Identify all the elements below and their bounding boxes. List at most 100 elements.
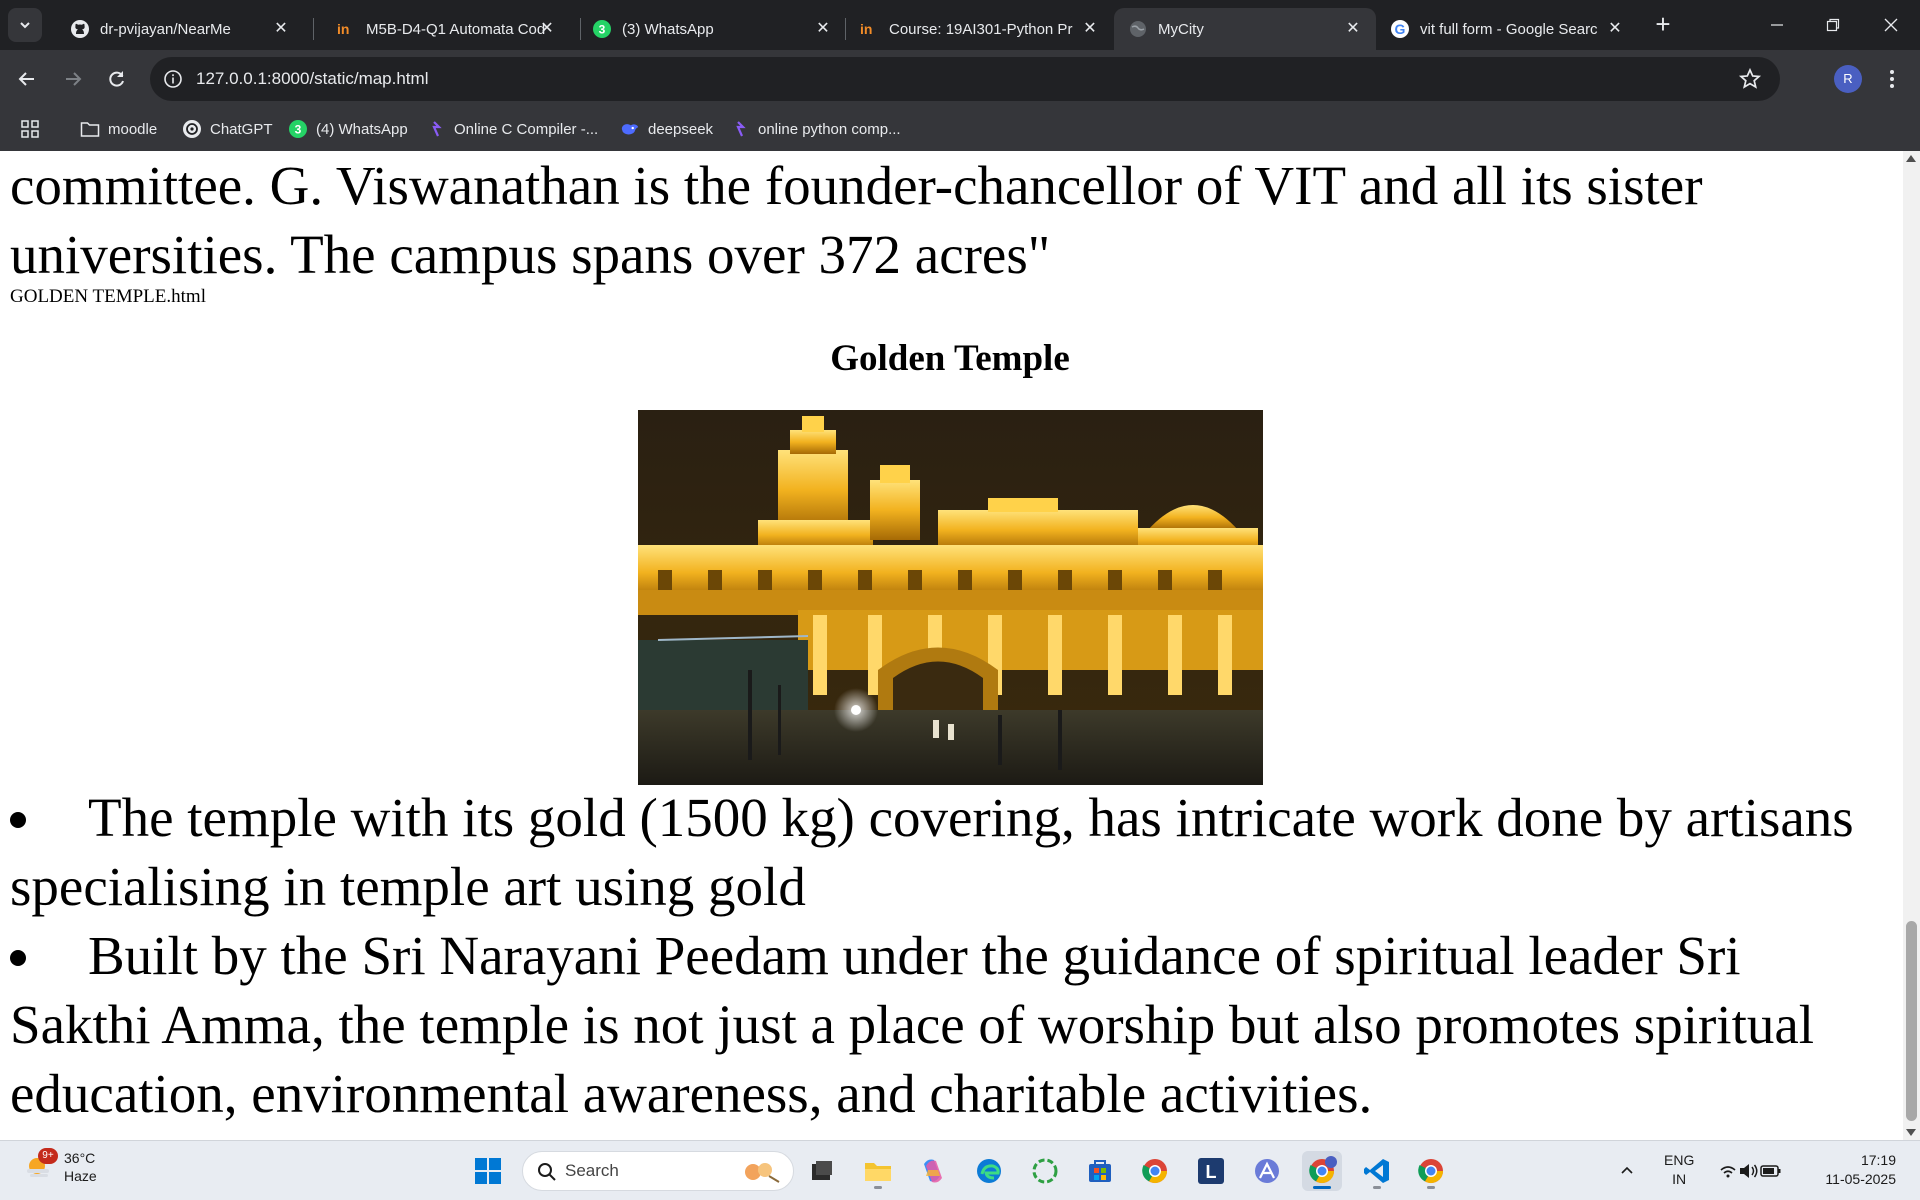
system-clock[interactable]: 17:19 11-05-2025 <box>1812 1151 1896 1189</box>
weather-widget[interactable]: 9+ 36°C Haze <box>24 1148 97 1185</box>
tab-automata[interactable]: in M5B-D4-Q1 Automata Cod ✕ <box>322 8 570 50</box>
arc-icon <box>1255 1159 1279 1183</box>
tab-title: Course: 19AI301-Python Pr <box>889 20 1073 38</box>
clock-date: 11-05-2025 <box>1825 1171 1896 1187</box>
bookmark-whatsapp[interactable]: 3 (4) WhatsApp <box>288 116 408 142</box>
quick-settings-button[interactable] <box>1712 1151 1788 1191</box>
wifi-icon <box>1720 1166 1736 1178</box>
reload-icon <box>109 71 124 87</box>
windows-taskbar: 9+ 36°C Haze Search L ENG IN 17:19 11-05… <box>0 1140 1920 1200</box>
bookmark-label: online python comp... <box>758 120 901 138</box>
new-tab-button[interactable]: + <box>1650 11 1676 38</box>
address-bar[interactable]: 127.0.0.1:8000/static/map.html <box>150 57 1780 101</box>
tab-title: (3) WhatsApp <box>622 20 714 38</box>
apps-button[interactable] <box>20 116 40 142</box>
profile-avatar[interactable]: R <box>1834 65 1862 93</box>
file-explorer-button[interactable] <box>858 1151 898 1191</box>
scroll-down-icon[interactable] <box>1906 1129 1916 1136</box>
vertical-scrollbar[interactable] <box>1903 151 1920 1140</box>
forward-button[interactable] <box>56 62 90 96</box>
language-line1: ENG <box>1664 1152 1695 1168</box>
svg-text:G: G <box>1395 21 1406 37</box>
tab-close-button[interactable]: ✕ <box>814 20 832 38</box>
copilot-button[interactable] <box>913 1151 953 1191</box>
bookmark-label: deepseek <box>648 120 714 138</box>
deepseek-icon <box>620 119 640 139</box>
app-green-button[interactable] <box>1025 1151 1065 1191</box>
tab-close-button[interactable]: ✕ <box>1081 20 1099 38</box>
browser-chrome: dr-pvijayan/NearMe ✕ in M5B-D4-Q1 Automa… <box>0 0 1920 151</box>
l-app-button[interactable]: L <box>1191 1151 1231 1191</box>
tab-nearme[interactable]: dr-pvijayan/NearMe ✕ <box>56 8 304 50</box>
app-a-button[interactable] <box>1247 1151 1287 1191</box>
vscode-button[interactable] <box>1357 1151 1397 1191</box>
chrome-button[interactable] <box>1135 1151 1175 1191</box>
tab-close-button[interactable]: ✕ <box>1344 20 1362 38</box>
bookmark-moodle[interactable]: moodle <box>80 116 157 142</box>
tab-close-button[interactable]: ✕ <box>1606 20 1624 38</box>
search-icon <box>538 1163 556 1181</box>
reload-button[interactable] <box>100 62 134 96</box>
browser-menu-button[interactable] <box>1880 64 1904 94</box>
weather-sun-icon: 9+ <box>24 1148 58 1182</box>
globe-icon <box>1128 19 1148 39</box>
browser-toolbar: 127.0.0.1:8000/static/map.html <box>0 50 1920 108</box>
close-window-button[interactable] <box>1876 10 1906 40</box>
url-text[interactable]: 127.0.0.1:8000/static/map.html <box>196 69 428 89</box>
notification-badge: 9+ <box>38 1148 58 1164</box>
tab-strip: dr-pvijayan/NearMe ✕ in M5B-D4-Q1 Automa… <box>0 0 1920 50</box>
scroll-up-icon[interactable] <box>1906 155 1916 162</box>
arrow-right-icon <box>66 72 82 86</box>
taskbar-search[interactable]: Search <box>522 1151 794 1191</box>
dot <box>1890 84 1894 88</box>
microsoft-store-button[interactable] <box>1080 1151 1120 1191</box>
restore-button[interactable] <box>1818 10 1848 40</box>
tab-search-button[interactable] <box>8 8 42 42</box>
weather-temp: 36°C <box>64 1150 96 1166</box>
battery-icon <box>1760 1165 1781 1177</box>
chrome-icon <box>1418 1159 1443 1184</box>
site-info-icon[interactable] <box>162 68 184 90</box>
list-item-text: The temple with its gold (1500 kg) cover… <box>10 787 1854 917</box>
bookmark-label: ChatGPT <box>210 120 273 138</box>
bullet-icon <box>10 950 26 966</box>
tab-title: MyCity <box>1158 20 1204 38</box>
bookmark-online-python-compiler[interactable]: online python comp... <box>730 116 901 142</box>
tab-google-search[interactable]: G vit full form - Google Searc ✕ <box>1376 8 1638 50</box>
start-button[interactable] <box>468 1151 508 1191</box>
tab-course[interactable]: in Course: 19AI301-Python Pr ✕ <box>845 8 1113 50</box>
scrollbar-thumb[interactable] <box>1906 921 1917 1121</box>
tab-mycity[interactable]: MyCity ✕ <box>1114 8 1376 50</box>
bookmark-chatgpt[interactable]: ChatGPT <box>182 116 273 142</box>
github-icon <box>70 19 90 39</box>
bookmark-star-icon[interactable] <box>1738 67 1762 91</box>
minimize-button[interactable] <box>1762 10 1792 40</box>
chrome-second-button[interactable] <box>1411 1151 1451 1191</box>
chevron-up-icon <box>1621 1166 1633 1174</box>
running-indicator <box>1427 1186 1435 1189</box>
language-indicator[interactable]: ENG IN <box>1664 1151 1694 1189</box>
compiler-icon <box>730 119 750 139</box>
tab-close-button[interactable]: ✕ <box>272 20 290 38</box>
tab-whatsapp[interactable]: 3 (3) WhatsApp ✕ <box>578 8 846 50</box>
tab-title: M5B-D4-Q1 Automata Cod <box>366 20 546 38</box>
page-viewport[interactable]: committee. G. Viswanathan is the founder… <box>0 151 1903 1140</box>
show-hidden-icons-button[interactable] <box>1612 1151 1642 1191</box>
tab-title: dr-pvijayan/NearMe <box>100 20 231 38</box>
edge-button[interactable] <box>969 1151 1009 1191</box>
chevron-down-icon <box>20 22 30 29</box>
chrome-profile-button[interactable] <box>1302 1151 1342 1191</box>
codetantra-icon: in <box>859 19 879 39</box>
weather-condition: Haze <box>64 1168 97 1184</box>
task-view-button[interactable] <box>802 1151 842 1191</box>
svg-text:L: L <box>1206 1162 1217 1182</box>
tab-close-button[interactable]: ✕ <box>538 20 556 38</box>
chrome-icon <box>1309 1156 1337 1184</box>
arrow-left-icon <box>18 72 34 86</box>
bookmark-online-c-compiler[interactable]: Online C Compiler -... <box>426 116 598 142</box>
bookmark-label: Online C Compiler -... <box>454 120 599 138</box>
bookmark-deepseek[interactable]: deepseek <box>620 116 713 142</box>
clock-time: 17:19 <box>1860 1152 1896 1168</box>
chrome-icon <box>1142 1159 1167 1184</box>
back-button[interactable] <box>10 62 44 96</box>
